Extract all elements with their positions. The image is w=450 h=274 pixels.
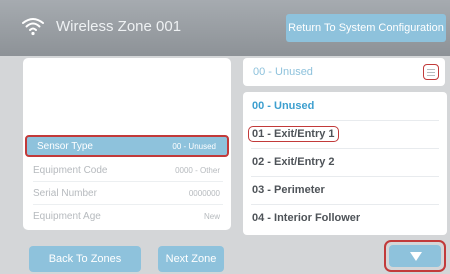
scroll-down-button[interactable] [389,245,441,267]
equipment-code-row[interactable]: Equipment Code 0000 - Other [23,159,231,181]
equipment-age-label: Equipment Age [33,210,101,222]
list-icon[interactable] [423,64,439,80]
zone-title: Wireless Zone 001 [56,18,182,35]
header-bar: Wireless Zone 001 Return To System Confi… [0,0,450,56]
option-01-exit-entry-1-label: 01 - Exit/Entry 1 [248,126,339,142]
sensor-type-row[interactable]: Sensor Type 00 - Unused [25,135,229,157]
equipment-code-value: 0000 - Other [175,165,220,175]
return-to-system-configuration-button[interactable]: Return To System Configuration [286,14,446,42]
sensor-type-select-value: 00 - Unused [253,66,313,78]
wifi-icon [22,18,44,36]
option-03-perimeter[interactable]: 03 - Perimeter [243,176,447,204]
option-02-exit-entry-2[interactable]: 02 - Exit/Entry 2 [243,148,447,176]
option-00-unused[interactable]: 00 - Unused [243,92,447,120]
sensor-type-label: Sensor Type [37,140,93,152]
equipment-code-label: Equipment Code [33,164,108,176]
next-zone-button[interactable]: Next Zone [158,246,224,272]
zone-details-panel: Sensor Type 00 - Unused Equipment Code 0… [23,58,231,230]
equipment-age-value: New [203,211,220,221]
serial-number-value: 0000000 [188,188,220,198]
back-to-zones-button[interactable]: Back To Zones [29,246,141,272]
option-04-interior-follower[interactable]: 04 - Interior Follower [243,204,447,232]
serial-number-row[interactable]: Serial Number 0000000 [23,182,231,204]
serial-number-label: Serial Number [33,187,97,199]
equipment-age-row[interactable]: Equipment Age New [23,205,231,227]
sensor-type-value: 00 - Unused [172,141,216,151]
scroll-down-highlight [384,240,446,272]
option-01-exit-entry-1[interactable]: 01 - Exit/Entry 1 [243,120,447,148]
sensor-type-select[interactable]: 00 - Unused [243,58,445,86]
sensor-type-dropdown-list: 00 - Unused 01 - Exit/Entry 1 02 - Exit/… [243,92,447,235]
arrow-down-icon [410,252,422,261]
